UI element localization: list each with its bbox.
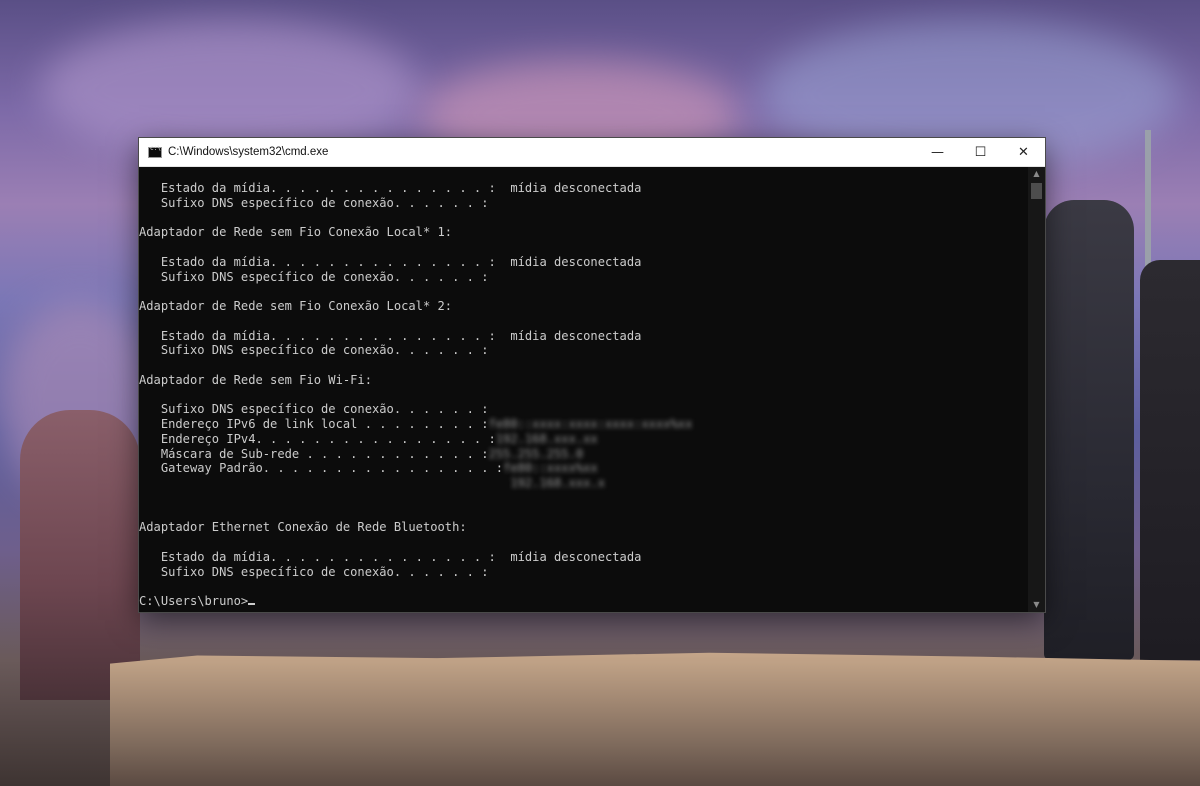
console-line: Estado da mídia. . . . . . . . . . . . .… <box>139 549 642 564</box>
title-bar[interactable]: C:\Windows\system32\cmd.exe — ☐ ✕ <box>139 138 1045 167</box>
redacted-value: 255.255.255.0 <box>488 446 584 461</box>
cmd-icon[interactable] <box>148 145 162 158</box>
console-line: Máscara de Sub-rede . . . . . . . . . . … <box>139 446 584 461</box>
console-line: Sufixo DNS específico de conexão. . . . … <box>139 195 489 210</box>
console-line: Sufixo DNS específico de conexão. . . . … <box>139 564 489 579</box>
vertical-scrollbar[interactable]: ▲ ▼ <box>1028 167 1045 612</box>
console-output[interactable]: Estado da mídia. . . . . . . . . . . . .… <box>139 167 1027 612</box>
console-line: 192.168.xxx.x <box>139 476 1027 491</box>
redacted-value: 192.168.xxx.xx <box>495 431 598 446</box>
console-line: Adaptador Ethernet Conexão de Rede Bluet… <box>139 520 467 535</box>
console-line: Sufixo DNS específico de conexão. . . . … <box>139 343 489 358</box>
window-title: C:\Windows\system32\cmd.exe <box>168 146 329 158</box>
console-line: Estado da mídia. . . . . . . . . . . . .… <box>139 254 642 269</box>
command-prompt: C:\Users\bruno> <box>139 594 1027 609</box>
console-line: Sufixo DNS específico de conexão. . . . … <box>139 402 489 417</box>
redacted-value: 192.168.xxx.x <box>139 476 605 490</box>
console-line: Endereço IPv4. . . . . . . . . . . . . .… <box>139 431 598 446</box>
minimize-button[interactable]: — <box>916 138 959 167</box>
cmd-window[interactable]: C:\Windows\system32\cmd.exe — ☐ ✕ Estado… <box>139 138 1045 612</box>
wallpaper-character <box>1044 200 1134 660</box>
redacted-value: fe80::xxxx%xx <box>503 461 598 476</box>
wallpaper-tower <box>20 410 140 700</box>
console-line: Endereço IPv6 de link local . . . . . . … <box>139 417 693 431</box>
scroll-up-icon[interactable]: ▲ <box>1028 167 1045 181</box>
console-line: Gateway Padrão. . . . . . . . . . . . . … <box>139 461 598 476</box>
text-cursor <box>248 603 256 605</box>
console-line: Adaptador de Rede sem Fio Wi-Fi: <box>139 372 372 387</box>
scroll-down-icon[interactable]: ▼ <box>1028 598 1045 612</box>
scroll-thumb[interactable] <box>1031 183 1042 199</box>
close-button[interactable]: ✕ <box>1002 138 1045 167</box>
console-line: Sufixo DNS específico de conexão. . . . … <box>139 269 489 284</box>
wallpaper-rubble <box>110 652 1200 786</box>
redacted-value: fe80::xxxx:xxxx:xxxx:xxxx%xx <box>488 417 693 431</box>
console-line: Estado da mídia. . . . . . . . . . . . .… <box>139 181 642 195</box>
window-controls: — ☐ ✕ <box>916 138 1045 167</box>
console-line: Adaptador de Rede sem Fio Conexão Local*… <box>139 299 453 313</box>
wallpaper-character <box>1140 260 1200 660</box>
console-line: Estado da mídia. . . . . . . . . . . . .… <box>139 328 642 343</box>
maximize-button[interactable]: ☐ <box>959 138 1002 167</box>
console-line: Adaptador de Rede sem Fio Conexão Local*… <box>139 225 453 240</box>
